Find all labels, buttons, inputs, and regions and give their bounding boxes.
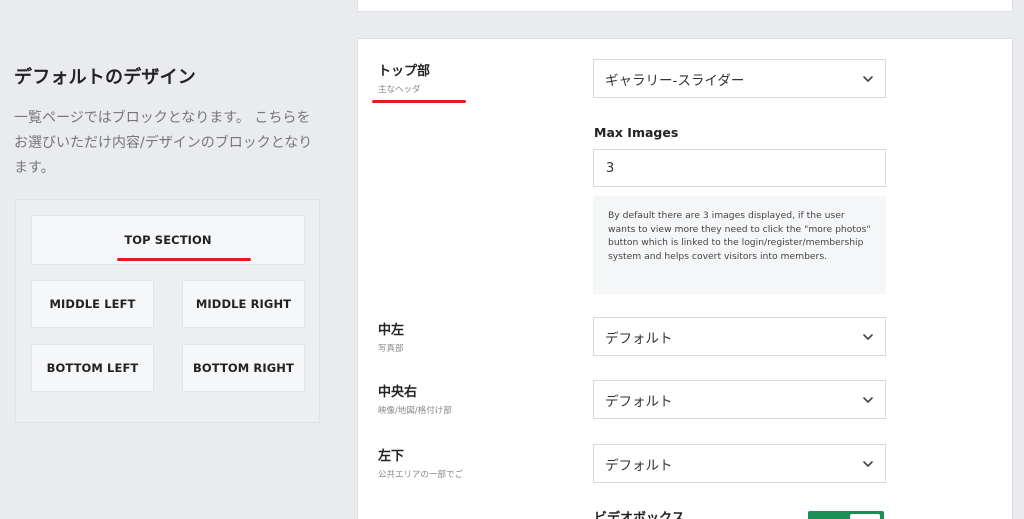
bottom-left-row-label: 左下 公共エリアの一部でご <box>378 445 463 480</box>
toggle-knob <box>850 514 880 519</box>
default-design-title: デフォルトのデザイン <box>14 67 196 88</box>
chevron-down-icon <box>863 461 873 467</box>
section-layout-preview: TOP SECTION MIDDLE LEFT MIDDLE RIGHT BOT… <box>15 199 320 423</box>
middle-left-title: 中左 <box>378 323 405 338</box>
bottom-left-select-value: デフォルト <box>605 457 673 474</box>
top-section-label: TOP SECTION <box>124 233 212 247</box>
top-section-select[interactable]: ギャラリー-スライダー <box>593 59 886 98</box>
middle-right-label: MIDDLE RIGHT <box>195 297 292 311</box>
middle-right-subtitle: 映像/地図/格付け部 <box>378 406 452 416</box>
middle-left-row-label: 中左 写真部 <box>378 319 404 354</box>
page: デフォルトのデザイン 一覧ページではブロックとなります。 こちらをお選びいただけ… <box>0 0 1024 519</box>
middle-right-title: 中央右 <box>378 385 418 400</box>
middle-left-select[interactable]: デフォルト <box>593 317 886 356</box>
middle-right-button[interactable]: MIDDLE RIGHT <box>182 280 305 328</box>
middle-left-label: MIDDLE LEFT <box>49 297 136 311</box>
top-section-highlight <box>117 258 251 261</box>
default-design-description: 一覧ページではブロックとなります。 こちらをお選びいただけ内容/デザインのブロッ… <box>14 110 313 176</box>
top-section-select-value: ギャラリー-スライダー <box>605 72 745 89</box>
middle-left-select-value: デフォルト <box>605 330 673 347</box>
top-section-row-highlight <box>372 100 466 103</box>
bottom-left-label: BOTTOM LEFT <box>46 361 139 375</box>
middle-left-button[interactable]: MIDDLE LEFT <box>31 280 154 328</box>
top-section-subtitle: 主なヘッダ <box>378 85 421 95</box>
middle-right-select-value: デフォルト <box>605 393 673 410</box>
top-section-title: トップ部 <box>378 64 431 79</box>
chevron-down-icon <box>863 397 873 403</box>
bottom-left-select[interactable]: デフォルト <box>593 444 886 483</box>
chevron-down-icon <box>863 76 873 82</box>
bottom-left-title: 左下 <box>378 449 405 464</box>
middle-right-select[interactable]: デフォルト <box>593 380 886 419</box>
bottom-left-button[interactable]: BOTTOM LEFT <box>31 344 154 392</box>
video-box-label: ビデオボックス <box>594 511 685 519</box>
bottom-right-button[interactable]: BOTTOM RIGHT <box>182 344 305 392</box>
top-section-row-label: トップ部 主なヘッダ <box>378 60 430 95</box>
top-panel-strip <box>357 0 1013 12</box>
max-images-input[interactable]: 3 <box>593 149 886 187</box>
max-images-label: Max Images <box>594 125 679 140</box>
bottom-right-label: BOTTOM RIGHT <box>193 361 294 375</box>
middle-left-subtitle: 写真部 <box>378 344 404 354</box>
video-box-toggle[interactable] <box>808 511 884 519</box>
bottom-left-subtitle: 公共エリアの一部でご <box>378 470 464 480</box>
max-images-value: 3 <box>606 160 615 176</box>
max-images-info: By default there are 3 images displayed,… <box>593 196 886 294</box>
chevron-down-icon <box>863 334 873 340</box>
settings-panel: トップ部 主なヘッダ ギャラリー-スライダー Max Images 3 By d… <box>357 38 1013 519</box>
middle-right-row-label: 中央右 映像/地図/格付け部 <box>378 381 452 416</box>
